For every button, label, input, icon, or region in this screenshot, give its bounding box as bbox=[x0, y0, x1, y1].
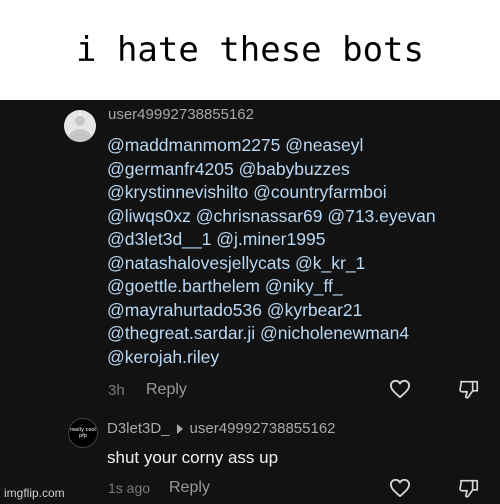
avatar-body-shape bbox=[69, 129, 91, 142]
mention-line[interactable]: @liwqs0xz @chrisnassar69 @713.eyevan bbox=[107, 205, 497, 229]
mention-line[interactable]: @natashalovesjellycats @k_kr_1 bbox=[107, 252, 497, 276]
reply-arrow-icon bbox=[176, 423, 183, 434]
imgflip-watermark: imgflip.com bbox=[4, 486, 65, 500]
comment-timestamp: 3h bbox=[108, 382, 125, 399]
heart-outline-icon[interactable] bbox=[389, 478, 411, 498]
reply-button[interactable]: Reply bbox=[169, 479, 210, 497]
reply-timestamp: 1s ago bbox=[108, 480, 151, 496]
mention-line[interactable]: @goettle.barthelem @niky_ff_ bbox=[107, 275, 497, 299]
thumbs-down-outline-icon[interactable] bbox=[458, 477, 480, 499]
mention-list: @maddmanmom2275 @neaseyl @germanfr4205 @… bbox=[107, 134, 497, 369]
mention-line[interactable]: @germanfr4205 @babybuzzes bbox=[107, 158, 497, 182]
avatar-head-shape bbox=[75, 116, 85, 126]
mention-line[interactable]: @mayrahurtado536 @kyrbear21 bbox=[107, 299, 497, 323]
thumbs-down-outline-icon[interactable] bbox=[458, 378, 480, 400]
reply-username[interactable]: D3let3D_ bbox=[107, 420, 170, 437]
mention-line[interactable]: @thegreat.sardar.ji @nicholenewman4 bbox=[107, 322, 497, 346]
replied-to-username[interactable]: user49992738855162 bbox=[190, 420, 336, 437]
heart-outline-icon[interactable] bbox=[389, 379, 411, 399]
comment-username[interactable]: user49992738855162 bbox=[108, 106, 254, 123]
mention-line[interactable]: @krystinnevishilto @countryfarmboi bbox=[107, 181, 497, 205]
mention-line[interactable]: @d3let3d__1 @j.miner1995 bbox=[107, 228, 497, 252]
default-avatar[interactable] bbox=[64, 110, 96, 142]
mention-line[interactable]: @maddmanmom2275 @neaseyl bbox=[107, 134, 497, 158]
reply-button[interactable]: Reply bbox=[146, 381, 187, 399]
comment-screenshot: user49992738855162 @maddmanmom2275 @neas… bbox=[0, 100, 500, 504]
user-avatar[interactable]: really cool pfp bbox=[68, 418, 98, 448]
meme-caption: i hate these bots bbox=[76, 30, 424, 70]
reply-header: D3let3D_ user49992738855162 bbox=[107, 420, 336, 437]
reply-comment-text: shut your corny ass up bbox=[107, 448, 279, 467]
mention-line[interactable]: @kerojah.riley bbox=[107, 346, 497, 370]
